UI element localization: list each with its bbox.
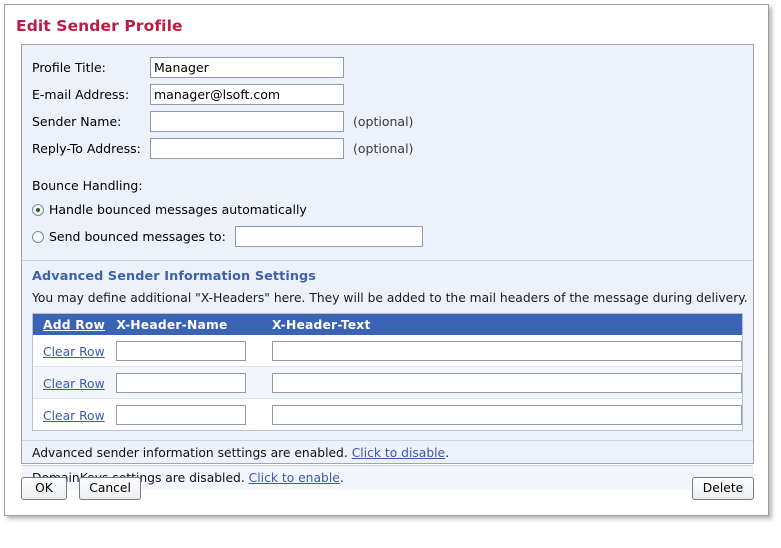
x-headers-table-body: Clear Row Clear Row Clear Row bbox=[33, 335, 742, 430]
page-title: Edit Sender Profile bbox=[16, 17, 183, 35]
table-row: Clear Row bbox=[33, 335, 742, 367]
radio-option-send-bounced-to[interactable]: Send bounced messages to: bbox=[22, 226, 753, 247]
x-header-text-input-2[interactable] bbox=[272, 373, 742, 393]
x-header-name-input-1[interactable] bbox=[116, 341, 247, 361]
delete-button[interactable]: Delete bbox=[692, 477, 754, 500]
cell-clear-row-2: Clear Row bbox=[33, 366, 107, 399]
profile-title-input[interactable] bbox=[150, 56, 344, 78]
sender-name-optional-note: (optional) bbox=[353, 113, 414, 129]
radio-send-bounced-to-icon[interactable] bbox=[32, 230, 44, 243]
x-headers-table-head: Add Row X-Header-Name X-Header-Text bbox=[33, 314, 742, 335]
x-header-text-input-3[interactable] bbox=[272, 405, 742, 425]
x-headers-header-row: Add Row X-Header-Name X-Header-Text bbox=[33, 314, 742, 335]
sender-name-input[interactable] bbox=[150, 110, 344, 132]
form-row-reply-to-address: Reply-To Address: (optional) bbox=[32, 135, 753, 161]
bounce-address-input[interactable] bbox=[234, 226, 423, 247]
clear-row-link-2[interactable]: Clear Row bbox=[43, 377, 105, 391]
form-row-profile-title: Profile Title: bbox=[32, 54, 753, 80]
form-row-sender-name: Sender Name: (optional) bbox=[32, 108, 753, 134]
x-headers-table: Add Row X-Header-Name X-Header-Text Clea… bbox=[33, 314, 742, 430]
label-reply-to-address: Reply-To Address: bbox=[32, 140, 141, 156]
status-advanced-settings-text: Advanced sender information settings are… bbox=[32, 446, 348, 460]
label-email-address: E-mail Address: bbox=[32, 86, 130, 102]
cancel-button[interactable]: Cancel bbox=[79, 477, 142, 500]
advanced-settings-heading: Advanced Sender Information Settings bbox=[32, 269, 317, 284]
x-header-text-input-1[interactable] bbox=[272, 341, 742, 361]
x-header-name-input-2[interactable] bbox=[116, 373, 247, 393]
cell-header-name-2 bbox=[106, 366, 262, 399]
settings-panel: Profile Title: E-mail Address: Sender Na… bbox=[21, 44, 754, 490]
column-header-x-header-text: X-Header-Text bbox=[262, 314, 742, 335]
table-row: Clear Row bbox=[33, 366, 742, 399]
ok-button[interactable]: OK bbox=[21, 477, 67, 500]
cell-header-text-2 bbox=[262, 366, 742, 399]
cell-header-name-3 bbox=[106, 398, 262, 430]
cell-clear-row-3: Clear Row bbox=[33, 398, 107, 430]
clear-row-link-1[interactable]: Clear Row bbox=[43, 345, 105, 359]
form-row-email-address: E-mail Address: bbox=[32, 81, 753, 107]
column-header-x-header-name: X-Header-Name bbox=[106, 314, 262, 335]
edit-sender-profile-window: Edit Sender Profile Profile Title: E-mai… bbox=[4, 4, 769, 516]
x-header-name-input-3[interactable] bbox=[116, 405, 247, 425]
cell-clear-row-1: Clear Row bbox=[33, 335, 107, 367]
footer-actions: OK Cancel Delete bbox=[21, 477, 754, 503]
label-profile-title: Profile Title: bbox=[32, 59, 106, 75]
table-row: Clear Row bbox=[33, 398, 742, 430]
status-advanced-settings-period: . bbox=[445, 446, 450, 460]
radio-option-handle-automatically[interactable]: Handle bounced messages automatically bbox=[22, 202, 753, 217]
clear-row-link-3[interactable]: Clear Row bbox=[43, 409, 105, 423]
cell-header-text-3 bbox=[262, 398, 742, 430]
label-sender-name: Sender Name: bbox=[32, 113, 122, 129]
profile-form: Profile Title: E-mail Address: Sender Na… bbox=[22, 45, 753, 161]
radio-handle-automatically-label: Handle bounced messages automatically bbox=[49, 202, 307, 217]
email-address-input[interactable] bbox=[150, 83, 344, 105]
status-advanced-settings: Advanced sender information settings are… bbox=[22, 440, 753, 465]
cell-header-text-1 bbox=[262, 335, 742, 367]
reply-to-address-input[interactable] bbox=[150, 137, 344, 159]
advanced-settings-description: You may define additional "X-Headers" he… bbox=[32, 291, 748, 305]
reply-to-address-optional-note: (optional) bbox=[353, 140, 414, 156]
add-row-link[interactable]: Add Row bbox=[43, 318, 105, 332]
radio-handle-automatically-icon[interactable] bbox=[32, 203, 44, 216]
bounce-handling-heading: Bounce Handling: bbox=[32, 178, 143, 193]
toggle-advanced-settings-link[interactable]: Click to disable bbox=[352, 446, 445, 460]
cell-header-name-1 bbox=[106, 335, 262, 367]
column-header-add-row: Add Row bbox=[33, 314, 107, 335]
radio-send-bounced-to-label: Send bounced messages to: bbox=[49, 229, 226, 244]
x-headers-table-container: Add Row X-Header-Name X-Header-Text Clea… bbox=[32, 313, 743, 431]
